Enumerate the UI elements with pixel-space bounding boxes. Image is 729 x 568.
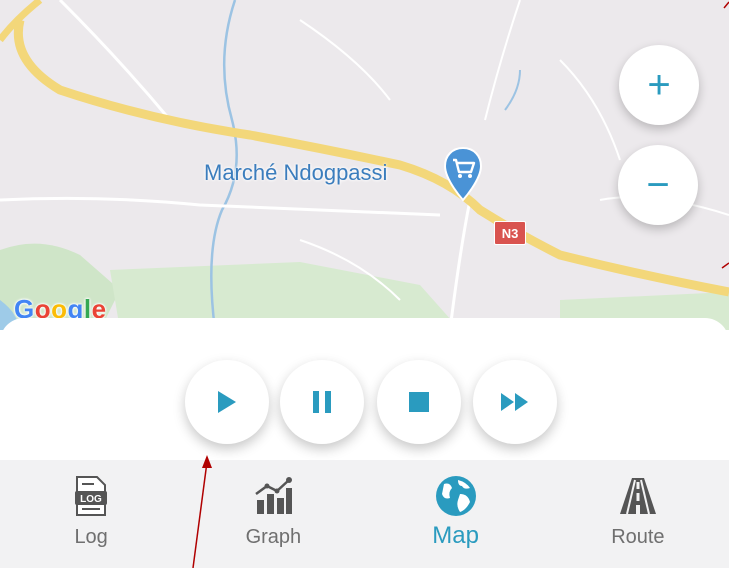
play-button[interactable] — [185, 360, 269, 444]
nav-item-log[interactable]: LOG Log — [0, 460, 182, 568]
playback-controls-panel — [0, 318, 729, 460]
fast-forward-icon — [501, 393, 528, 411]
shopping-cart-pin-icon[interactable] — [443, 146, 483, 207]
nav-item-route[interactable]: Route — [547, 460, 729, 568]
log-file-icon: LOG — [69, 474, 113, 518]
nav-label-graph: Graph — [245, 526, 302, 548]
pause-button[interactable] — [280, 360, 364, 444]
place-label[interactable]: Marché Ndogpassi — [204, 160, 387, 186]
zoom-in-button[interactable]: + — [619, 45, 699, 125]
stop-button[interactable] — [377, 360, 461, 444]
zoom-out-button[interactable]: − — [618, 145, 698, 225]
nav-item-map[interactable]: Map — [365, 460, 547, 568]
stop-icon — [409, 392, 429, 412]
minus-icon: − — [646, 163, 670, 207]
play-icon — [218, 391, 236, 413]
svg-text:LOG: LOG — [80, 494, 102, 505]
pause-icon — [313, 391, 331, 413]
road-icon — [616, 474, 660, 518]
nav-item-graph[interactable]: Graph — [182, 460, 364, 568]
graph-icon — [251, 474, 295, 518]
globe-icon — [434, 474, 478, 518]
plus-icon: + — [647, 63, 671, 107]
nav-label-log: Log — [74, 526, 108, 548]
nav-label-route: Route — [611, 526, 665, 548]
fast-forward-button[interactable] — [473, 360, 557, 444]
bottom-navigation: LOG Log Graph Map Route — [0, 460, 729, 568]
road-shield: N3 — [494, 221, 526, 245]
nav-label-map: Map — [432, 522, 479, 549]
map-view[interactable]: Marché Ndogpassi N3 Google + − — [0, 0, 729, 330]
